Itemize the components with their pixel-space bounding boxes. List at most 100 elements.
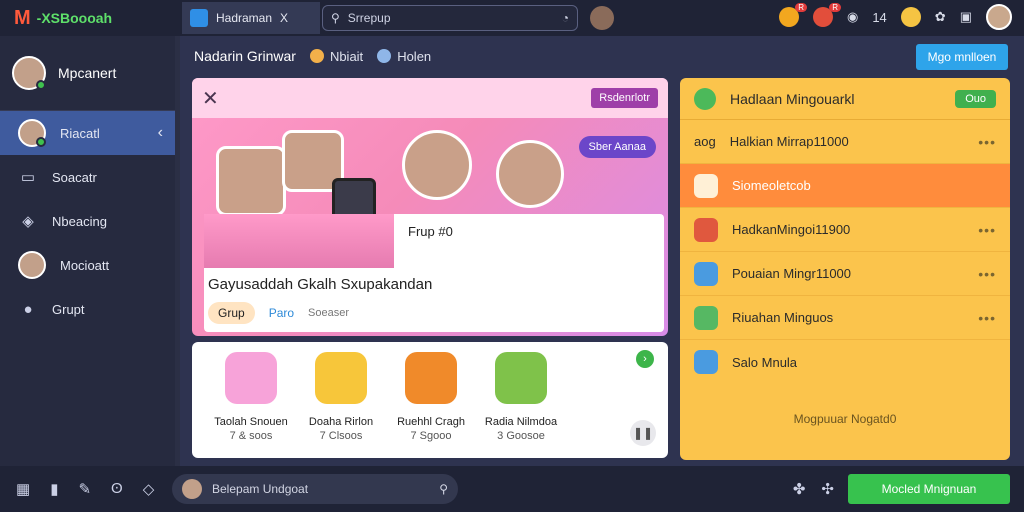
chip-paro[interactable]: Paro xyxy=(269,306,294,320)
feature-chips: Grup Paro Soeaser xyxy=(208,302,349,324)
sidebar-item-label: Grupt xyxy=(52,301,85,317)
window-icon[interactable]: ▣ xyxy=(960,9,972,25)
refresh-icon[interactable]: ◔ xyxy=(562,11,569,25)
chart-icon[interactable]: ▮ xyxy=(50,480,58,498)
more-icon[interactable]: ••• xyxy=(978,310,996,326)
sidebar-profile[interactable]: Mpcanert xyxy=(0,36,175,111)
panel-row-highlighted[interactable]: Siomeoletcob xyxy=(680,164,1010,208)
app-logo[interactable]: M -XSBoooah xyxy=(0,7,180,30)
emoji-icon[interactable] xyxy=(900,7,921,27)
user-avatar[interactable] xyxy=(986,4,1012,30)
header-tag-2[interactable]: Holen xyxy=(377,49,431,64)
feature-info[interactable]: Frup #0 Gayusaddah Gkalh Sxupakandan Gru… xyxy=(204,214,664,332)
tab-close-icon[interactable]: X xyxy=(280,11,288,25)
gift-name: Ruehhl Cragh xyxy=(397,416,465,428)
streamer-avatar[interactable] xyxy=(402,130,472,200)
bottom-action-button[interactable]: Mocled Mnignuan xyxy=(848,474,1010,504)
feature-thumbnail xyxy=(204,214,394,268)
row-icon xyxy=(694,173,718,198)
feature-card: ✕ Rsdenrlotr Sber Aanaa Frup #0 Gayusadd… xyxy=(192,78,668,336)
puzzle-icon[interactable]: ✤ xyxy=(793,480,806,498)
main-area: Nadarin Grinwar Nbiait Holen Mgo mnlloen… xyxy=(180,36,1024,466)
sidebar-item-riacatl[interactable]: Riacatl ‹ xyxy=(0,111,175,155)
bottom-bar: ▦ ▮ ✎ ʘ ◇ Belepam Undgoat ⚲ ✤ ✣ Mocled M… xyxy=(0,466,1024,512)
coin-icon[interactable]: R xyxy=(778,3,807,27)
more-icon[interactable]: ••• xyxy=(978,134,996,150)
row-label: Siomeoletcob xyxy=(732,178,811,193)
profile-avatar xyxy=(12,56,46,90)
top-right-tools: R R ◉ 14 ✿ ▣ xyxy=(778,3,1012,30)
sidebar-item-soacatr[interactable]: ▭ Soacatr xyxy=(0,155,175,199)
panel-row[interactable]: Salo Mnula xyxy=(680,340,1010,384)
tab-icon xyxy=(190,9,208,27)
panel-ok-button[interactable]: Ouo xyxy=(955,89,996,108)
gift-name: Radia Nilmdoa xyxy=(484,416,558,428)
row-label: Riuahan Minguos xyxy=(732,310,834,325)
chat-input[interactable]: Belepam Undgoat ⚲ xyxy=(172,474,458,504)
grid-icon[interactable]: ▦ xyxy=(16,480,30,498)
main-header: Nadarin Grinwar Nbiait Holen xyxy=(194,48,431,64)
panel-row[interactable]: HadkanMingoi11900 ••• xyxy=(680,208,1010,252)
gift-item[interactable]: Doaha Rirlon 7 Clsoos xyxy=(296,352,386,442)
sidebar-item-nbeacing[interactable]: ◈ Nbeacing xyxy=(0,199,175,243)
tv-icon: ▭ xyxy=(20,169,36,186)
header-action-button[interactable]: Mgo mnlloen xyxy=(916,44,1008,70)
friend-avatar[interactable] xyxy=(590,6,614,30)
sidebar-item-label: Nbeacing xyxy=(52,213,107,229)
next-icon[interactable]: › xyxy=(636,350,654,368)
feature-card-header: ✕ Rsdenrlotr xyxy=(192,78,668,118)
bottom-tools: ▦ ▮ ✎ ʘ ◇ xyxy=(0,480,154,498)
notification-badge: R xyxy=(829,3,841,12)
gift-item[interactable]: Radia Nilmdoa 3 Goosoe xyxy=(476,352,566,442)
notification-icon[interactable]: R xyxy=(812,3,841,27)
logo-mark: M xyxy=(14,6,31,29)
search-input[interactable]: Srrepup xyxy=(348,11,391,25)
search-icon[interactable]: ⚲ xyxy=(439,482,448,496)
chip-soeaser[interactable]: Soeaser xyxy=(308,307,349,319)
panel-row[interactable]: Pouaian Mingr11000 ••• xyxy=(680,252,1010,296)
panel-row[interactable]: Riuahan Minguos ••• xyxy=(680,296,1010,340)
row-label: HadkanMingoi11900 xyxy=(732,222,851,237)
bag-gift-icon xyxy=(405,352,457,404)
sidebar-item-mocioatt[interactable]: Mocioatt xyxy=(0,243,175,287)
coin-badge: R xyxy=(795,3,807,12)
settings-icon[interactable]: ✿ xyxy=(935,9,946,25)
pen-icon[interactable]: ✎ xyxy=(78,480,91,498)
header-tag-1[interactable]: Nbiait xyxy=(309,49,363,64)
feature-tag-button[interactable]: Sber Aanaa xyxy=(578,136,656,158)
search-icon[interactable]: ʘ xyxy=(111,480,123,498)
top-bar: M -XSBoooah Hadraman X ⚲ Srrepup ◔ R R ◉… xyxy=(0,0,1024,36)
chat-input-placeholder: Belepam Undgoat xyxy=(212,482,309,496)
bottom-right-tools: ✤ ✣ xyxy=(793,480,834,498)
gift-item[interactable]: Ruehhl Cragh 7 Sgooo xyxy=(386,352,476,442)
gift-price: 3 Goosoe xyxy=(497,430,545,442)
share-icon[interactable]: ✣ xyxy=(821,480,834,498)
panel-icon xyxy=(694,87,716,110)
gift-price: 7 & soos xyxy=(229,430,273,442)
online-dot xyxy=(36,80,46,90)
chip-group[interactable]: Grup xyxy=(208,302,255,324)
gift-box-icon xyxy=(694,217,718,242)
feature-subtitle: Frup #0 xyxy=(408,224,453,239)
record-icon[interactable]: ◉ xyxy=(847,9,858,25)
chevron-left-icon[interactable]: ‹ xyxy=(158,124,163,142)
panel-header: Hadlaan Mingouarkl Ouo xyxy=(680,78,1010,120)
tag-icon[interactable]: ◇ xyxy=(143,480,155,498)
more-icon[interactable]: ••• xyxy=(978,222,996,238)
sidebar-item-grupt[interactable]: ● Grupt xyxy=(0,287,175,331)
pause-icon[interactable]: ❚❚ xyxy=(630,420,656,446)
gift-item[interactable]: Taolah Snouen 7 & soos xyxy=(206,352,296,442)
streamer-image xyxy=(216,146,286,216)
feature-pill-button[interactable]: Rsdenrlotr xyxy=(591,88,658,108)
more-icon[interactable]: ••• xyxy=(978,266,996,282)
panel-footer[interactable]: Mogpuuar Nogatd0 xyxy=(680,412,1010,426)
streamer-avatar[interactable] xyxy=(496,140,564,208)
sidebar: Mpcanert Riacatl ‹ ▭ Soacatr ◈ Nbeacing … xyxy=(0,36,175,466)
search-bar[interactable]: ⚲ Srrepup ◔ xyxy=(322,5,578,31)
sidebar-item-label: Soacatr xyxy=(52,169,97,185)
close-icon[interactable]: ✕ xyxy=(202,86,219,111)
feature-title: Gayusaddah Gkalh Sxupakandan xyxy=(208,276,433,293)
panel-title: Hadlaan Mingouarkl xyxy=(730,90,855,107)
browser-tab[interactable]: Hadraman X xyxy=(182,2,320,34)
panel-row[interactable]: aog Halkian Mirrap11000 ••• xyxy=(680,120,1010,164)
